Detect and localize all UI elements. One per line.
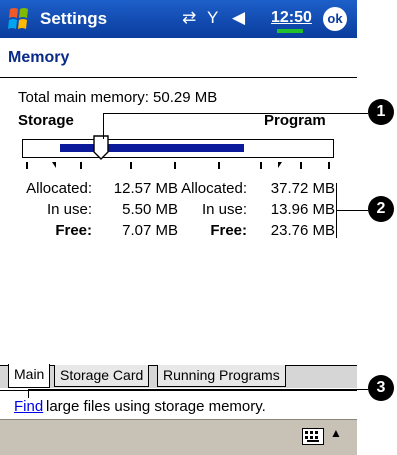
signal-icon[interactable]: Y [207,8,218,28]
callout-2: 2 [368,196,394,222]
stat-label: Allocated: [26,180,92,197]
tab-storage-card[interactable]: Storage Card [54,365,150,387]
callout-line [103,113,104,139]
slider-tick-arrow [278,162,282,168]
slider-ticks [22,162,334,170]
find-link[interactable]: Find [14,398,43,415]
program-in-use-row: In use: 13.96 MB [180,199,335,220]
callout-line [103,113,368,114]
stat-label: In use: [46,201,92,218]
stat-label: Free: [210,222,247,239]
stat-value: 7.07 MB [122,222,178,239]
program-free-row: Free: 23.76 MB [180,220,335,241]
slider-tick [300,162,302,169]
stat-label: Allocated: [181,180,247,197]
title-bar: Settings ⇄ Y ◀ 12:50 ok [0,0,357,38]
slider-tick [260,162,262,169]
stat-value: 13.96 MB [270,201,335,218]
storage-label: Storage [18,112,74,129]
stat-value: 5.50 MB [122,201,178,218]
app-title: Settings [40,9,108,28]
speaker-icon[interactable]: ◀ [232,8,245,28]
storage-in-use-row: In use: 5.50 MB [16,199,178,220]
pocketpc-screen: Settings ⇄ Y ◀ 12:50 ok Memory Total mai… [0,0,357,455]
tab-strip: Main Storage Card Running Programs [0,364,357,388]
tab-main[interactable]: Main [8,364,51,388]
sip-menu-arrow-icon[interactable]: ▲ [330,426,342,440]
connectivity-icon[interactable]: ⇄ [182,8,196,28]
stat-label: In use: [201,201,247,218]
page-title: Memory [8,49,70,66]
slider-tick [218,162,220,169]
slider-tick [328,162,330,169]
stat-value: 12.57 MB [113,180,178,197]
windows-start-icon[interactable] [4,5,34,33]
slider-tick [174,162,176,169]
callout-1: 1 [368,99,394,125]
slider-tick [26,162,28,169]
ok-button[interactable]: ok [323,7,347,31]
stat-value: 23.76 MB [270,222,335,239]
total-memory-label: Total main memory: 50.29 MB [18,89,218,106]
stat-value: 37.72 MB [270,180,335,197]
header-divider [0,77,357,78]
callout-line [28,389,368,390]
memory-slider-thumb[interactable] [93,135,109,160]
clock[interactable]: 12:50 [271,9,312,27]
program-allocated-row: Allocated: 37.72 MB [180,178,335,199]
keyboard-icon[interactable] [302,428,324,445]
memory-slider-fill [60,144,244,152]
tab-running-programs[interactable]: Running Programs [157,365,286,387]
program-memory-stats: Allocated: 37.72 MB In use: 13.96 MB Free:… [180,178,335,241]
program-label: Program [264,112,326,129]
slider-tick [80,162,82,169]
slider-tick [130,162,132,169]
storage-free-row: Free: 7.07 MB [16,220,178,241]
battery-icon [277,29,303,33]
stat-label: Free: [55,222,92,239]
slider-tick-arrow [52,162,56,168]
find-description: large files using storage memory. [46,398,266,415]
storage-allocated-row: Allocated: 12.57 MB [16,178,178,199]
callout-3: 3 [368,375,394,401]
storage-memory-stats: Allocated: 12.57 MB In use: 5.50 MB Free: 7… [16,178,178,241]
callout-line [28,389,29,398]
callout-line [336,210,368,211]
